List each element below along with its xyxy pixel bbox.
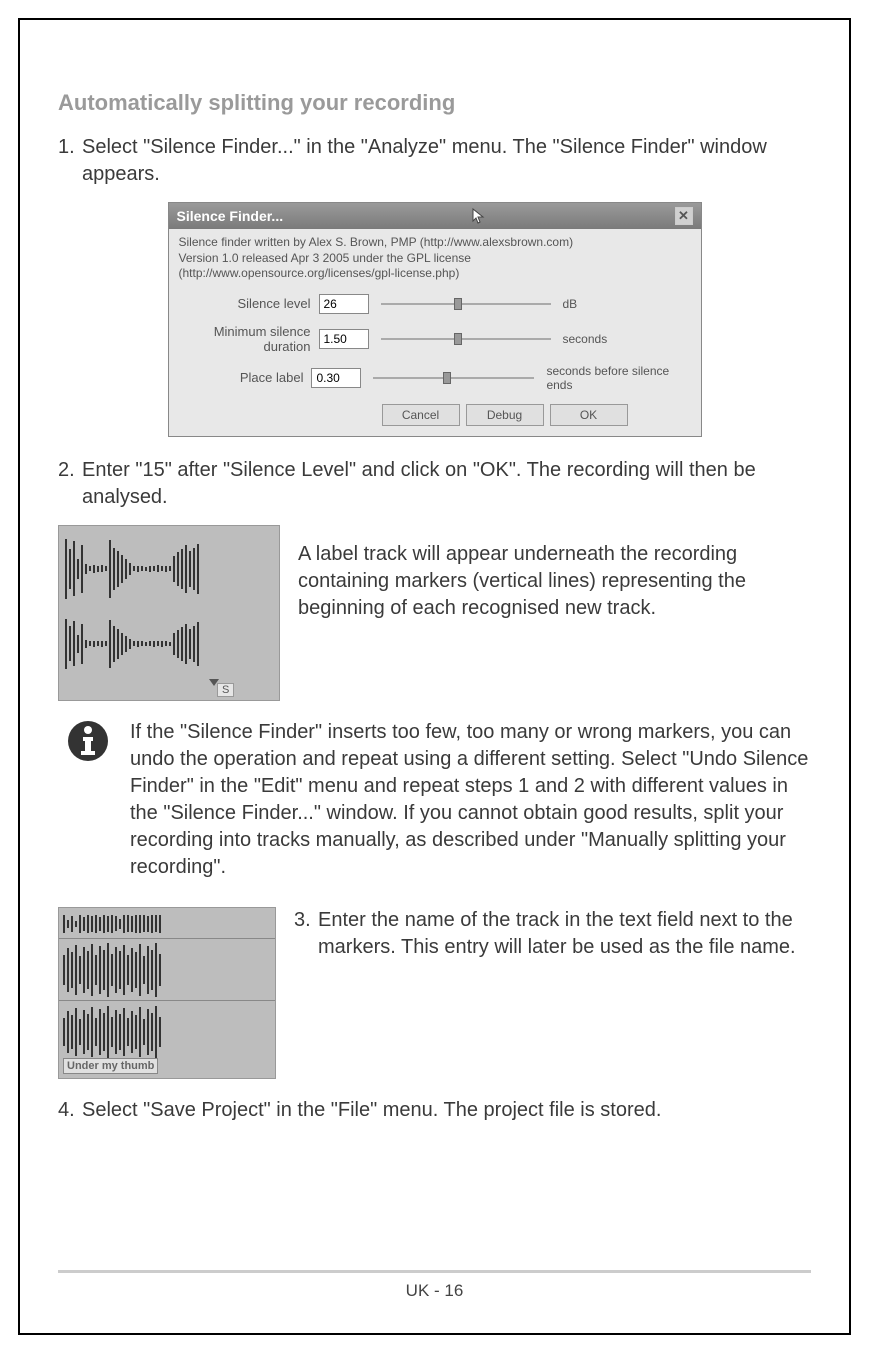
param-silence-level: Silence level dB	[179, 294, 691, 314]
param-place-label: Place label seconds before silence ends	[179, 364, 691, 392]
min-duration-input[interactable]	[319, 329, 369, 349]
step-2: 2. Enter "15" after "Silence Level" and …	[58, 457, 811, 511]
desc-line: (http://www.opensource.org/licenses/gpl-…	[179, 266, 691, 282]
step-number: 4.	[58, 1097, 82, 1124]
step-text: Select "Save Project" in the "File" menu…	[82, 1097, 661, 1124]
param-label: Place label	[179, 370, 312, 385]
desc-line: Version 1.0 released Apr 3 2005 under th…	[179, 251, 691, 267]
dialog-description: Silence finder written by Alex S. Brown,…	[179, 235, 691, 282]
step-number: 3.	[294, 907, 318, 961]
page-footer: UK - 16	[20, 1281, 849, 1301]
illustration-track-name: Under my thumb	[58, 907, 276, 1079]
place-label-slider[interactable]	[373, 370, 534, 386]
info-icon	[66, 719, 110, 763]
min-duration-slider[interactable]	[381, 331, 551, 347]
step-text: Enter the name of the track in the text …	[318, 907, 811, 961]
param-unit: seconds	[563, 332, 608, 346]
dialog-body: Silence finder written by Alex S. Brown,…	[169, 229, 701, 436]
step-text: Select "Silence Finder..." in the "Analy…	[82, 134, 811, 188]
desc-line: Silence finder written by Alex S. Brown,…	[179, 235, 691, 251]
step-4: 4. Select "Save Project" in the "File" m…	[58, 1097, 811, 1124]
paragraph-label-track: A label track will appear underneath the…	[298, 525, 811, 622]
param-label: Minimum silence duration	[179, 324, 319, 354]
step-number: 2.	[58, 457, 82, 511]
dialog-title-text: Silence Finder...	[177, 208, 284, 224]
silence-level-input[interactable]	[319, 294, 369, 314]
debug-button[interactable]: Debug	[466, 404, 544, 426]
ok-button[interactable]: OK	[550, 404, 628, 426]
info-text: If the "Silence Finder" inserts too few,…	[130, 719, 811, 881]
cancel-button[interactable]: Cancel	[382, 404, 460, 426]
close-icon[interactable]: ✕	[675, 207, 693, 225]
cursor-icon	[472, 208, 486, 224]
section-heading: Automatically splitting your recording	[58, 90, 811, 116]
param-min-duration: Minimum silence duration seconds	[179, 324, 691, 354]
place-label-input[interactable]	[311, 368, 361, 388]
step-number: 1.	[58, 134, 82, 188]
track-name-input[interactable]: Under my thumb	[63, 1058, 158, 1074]
param-label: Silence level	[179, 296, 319, 311]
footer-divider	[58, 1270, 811, 1273]
param-unit: seconds before silence ends	[546, 364, 690, 392]
silence-level-slider[interactable]	[381, 296, 551, 312]
track-label-tag: S	[217, 683, 234, 697]
illustration-waveform-labels: S	[58, 525, 280, 701]
param-unit: dB	[563, 297, 578, 311]
step-1: 1. Select "Silence Finder..." in the "An…	[58, 134, 811, 188]
step-text: Enter "15" after "Silence Level" and cli…	[82, 457, 811, 511]
step-3: 3. Enter the name of the track in the te…	[294, 907, 811, 961]
silence-finder-dialog: Silence Finder... ✕ Silence finder writt…	[168, 202, 702, 437]
dialog-titlebar: Silence Finder... ✕	[169, 203, 701, 229]
dialog-button-row: Cancel Debug OK	[179, 404, 691, 426]
